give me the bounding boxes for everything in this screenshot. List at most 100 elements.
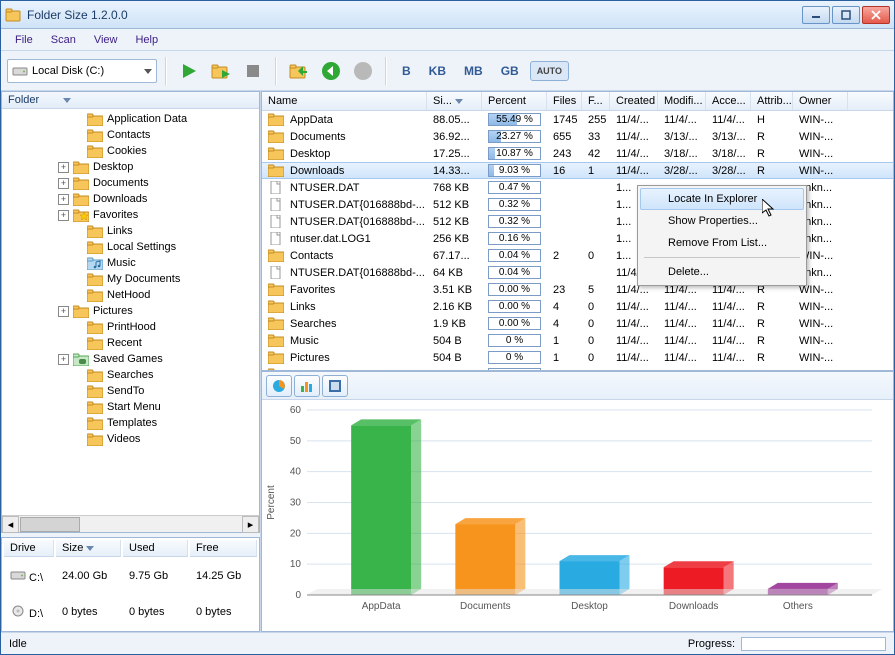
svg-text:10: 10 [290,559,302,570]
tree-item[interactable]: Start Menu [2,399,259,415]
tree-item[interactable]: Application Data [2,111,259,127]
svg-text:30: 30 [290,498,302,509]
col-percent[interactable]: Percent [482,92,547,110]
col-folders[interactable]: F... [582,92,610,110]
col-drive[interactable]: Drive [4,540,54,557]
unit-mb-button[interactable]: MB [457,59,490,83]
unit-b-button[interactable]: B [395,59,418,83]
tree-item[interactable]: Local Settings [2,239,259,255]
tree-item[interactable]: +Documents [2,175,259,191]
col-created[interactable]: Created [610,92,658,110]
col-accessed[interactable]: Acce... [706,92,751,110]
folder-panel-title: Folder [8,94,39,106]
stop-button[interactable] [239,57,267,85]
unit-kb-button[interactable]: KB [422,59,453,83]
svg-text:Percent: Percent [266,485,277,520]
file-row[interactable]: Videos504 B0 %1011/4/...11/4/...11/4/...… [262,366,893,370]
ctx-remove[interactable]: Remove From List... [640,232,804,254]
col-owner[interactable]: Owner [793,92,848,110]
col-free[interactable]: Free [190,540,257,557]
menu-file[interactable]: File [7,32,41,48]
chart-tab-details[interactable] [322,375,348,397]
file-row[interactable]: AppData88.05...55.49 %174525511/4/...11/… [262,111,893,128]
file-row[interactable]: Documents36.92...23.27 %6553311/4/...3/1… [262,128,893,145]
tree-item[interactable]: +Favorites [2,207,259,223]
chart-tab-bar[interactable] [294,375,320,397]
drive-select[interactable]: Local Disk (C:) [7,59,157,83]
col-attrib[interactable]: Attrib... [751,92,793,110]
drive-row[interactable]: D:\0 bytes0 bytes0 bytes [4,595,257,629]
statusbar: Idle Progress: [1,632,894,654]
chart-tabs [262,372,893,400]
col-size[interactable]: Size [56,540,121,557]
tree-item[interactable]: Music [2,255,259,271]
menu-scan[interactable]: Scan [43,32,84,48]
svg-text:20: 20 [290,528,302,539]
tree-item[interactable]: Links [2,223,259,239]
file-row[interactable]: Links2.16 KB0.00 %4011/4/...11/4/...11/4… [262,298,893,315]
tree-scrollbar[interactable]: ◂ ▸ [2,515,259,532]
window-title: Folder Size 1.2.0.0 [27,8,802,22]
svg-text:AppData: AppData [362,601,401,612]
file-row[interactable]: Downloads14.33...9.03 %16111/4/...3/28/.… [262,162,893,179]
tree-item[interactable]: Templates [2,415,259,431]
titlebar[interactable]: Folder Size 1.2.0.0 [1,1,894,29]
tree-item[interactable]: +Pictures [2,303,259,319]
minimize-button[interactable] [802,6,830,24]
unit-gb-button[interactable]: GB [494,59,526,83]
app-icon [5,7,21,23]
file-grid[interactable]: AppData88.05...55.49 %174525511/4/...11/… [262,111,893,370]
svg-text:50: 50 [290,436,302,447]
menu-help[interactable]: Help [127,32,166,48]
ctx-properties[interactable]: Show Properties... [640,210,804,232]
col-name[interactable]: Name [262,92,427,110]
tree-item[interactable]: PrintHood [2,319,259,335]
col-used[interactable]: Used [123,540,188,557]
scan-folder-button[interactable] [207,57,235,85]
tree-item[interactable]: SendTo [2,383,259,399]
tree-item[interactable]: NetHood [2,287,259,303]
svg-text:Desktop: Desktop [571,601,608,612]
col-size[interactable]: Si... [427,92,482,110]
tree-item[interactable]: +Desktop [2,159,259,175]
file-row[interactable]: Music504 B0 %1011/4/...11/4/...11/4/...R… [262,332,893,349]
ctx-separator [644,257,800,258]
file-row[interactable]: Desktop17.25...10.87 %2434211/4/...3/18/… [262,145,893,162]
close-button[interactable] [862,6,890,24]
chart-tab-pie[interactable] [266,375,292,397]
progress-label: Progress: [688,638,735,650]
drive-row[interactable]: C:\24.00 Gb9.75 Gb14.25 Gb [4,559,257,593]
bar-chart: 0102030405060PercentAppDataDocumentsDesk… [262,400,893,631]
file-row[interactable]: Searches1.9 KB0.00 %4011/4/...11/4/...11… [262,315,893,332]
menubar: File Scan View Help [1,29,894,51]
forward-button[interactable] [349,57,377,85]
drive-table: Drive Size Used Free C:\24.00 Gb9.75 Gb1… [2,538,259,631]
unit-auto-button[interactable]: AUTO [530,61,569,81]
ctx-delete[interactable]: Delete... [640,261,804,283]
toolbar: Local Disk (C:) B KB MB GB AUTO [1,51,894,91]
tree-item[interactable]: Videos [2,431,259,447]
up-folder-button[interactable] [285,57,313,85]
status-text: Idle [9,638,27,650]
menu-view[interactable]: View [86,32,126,48]
tree-item[interactable]: +Saved Games [2,351,259,367]
maximize-button[interactable] [832,6,860,24]
back-button[interactable] [317,57,345,85]
scan-button[interactable] [175,57,203,85]
folder-tree[interactable]: Application DataContactsCookies+Desktop+… [2,109,259,515]
tree-item[interactable]: Recent [2,335,259,351]
tree-item[interactable]: My Documents [2,271,259,287]
file-grid-header: NameSi...PercentFilesF...CreatedModifi..… [262,92,893,111]
tree-item[interactable]: Contacts [2,127,259,143]
file-row[interactable]: Pictures504 B0 %1011/4/...11/4/...11/4/.… [262,349,893,366]
context-menu: Locate In Explorer Show Properties... Re… [637,185,807,286]
cursor-icon [762,199,778,219]
svg-text:60: 60 [290,405,302,416]
sort-arrow-icon [63,98,71,103]
col-files[interactable]: Files [547,92,582,110]
tree-item[interactable]: +Downloads [2,191,259,207]
col-modified[interactable]: Modifi... [658,92,706,110]
ctx-locate[interactable]: Locate In Explorer [640,188,804,210]
tree-item[interactable]: Searches [2,367,259,383]
tree-item[interactable]: Cookies [2,143,259,159]
